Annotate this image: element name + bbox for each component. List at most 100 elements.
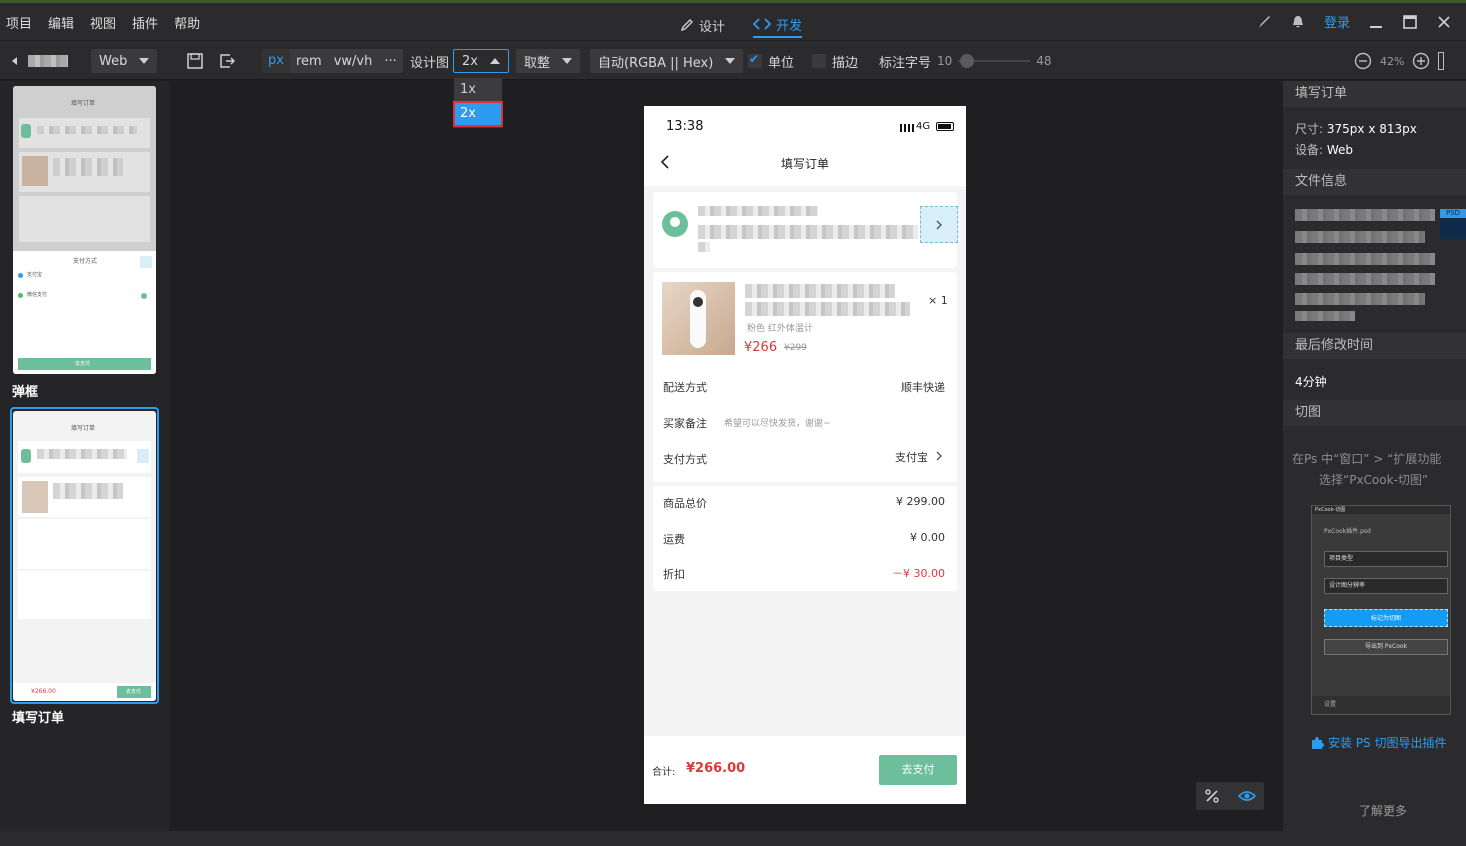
plugin-file: PxCook插件.psd	[1324, 528, 1371, 535]
thumb-sheet-item-2: 微信支付	[27, 292, 48, 298]
plugin-mark-button: 标记为切图	[1324, 609, 1448, 627]
brush-icon[interactable]	[1256, 14, 1272, 30]
discount-value: －¥ 30.00	[892, 567, 945, 580]
unit-px[interactable]: px	[262, 49, 290, 73]
option-1x[interactable]: 1x	[454, 78, 502, 102]
shipping-value: 顺丰快递	[901, 381, 945, 394]
plugin-select-type: 项目类型	[1324, 551, 1448, 567]
login-link[interactable]: 登录	[1324, 12, 1350, 31]
menu-view[interactable]: 视图	[90, 13, 116, 32]
close-icon[interactable]	[1436, 14, 1452, 30]
checkbox-checked-icon	[748, 52, 762, 68]
device-row: 设备: Web	[1295, 141, 1353, 158]
export-icon[interactable]	[218, 52, 236, 70]
tab-design[interactable]: 设计	[680, 12, 725, 38]
menu-plugins[interactable]: 插件	[132, 13, 158, 32]
chevron-right-icon	[936, 220, 942, 230]
install-plugin-link[interactable]: 安装 PS 切图导出插件	[1310, 734, 1446, 751]
design-scale-value: 2x	[462, 53, 478, 69]
menu-help[interactable]: 帮助	[174, 13, 200, 32]
unit-rem[interactable]: rem	[290, 54, 328, 69]
product-original-price: ¥299	[784, 343, 807, 353]
back-button[interactable]	[10, 49, 68, 73]
product-spec: 粉色 红外体温计	[747, 324, 813, 334]
checkout-bar: 合计: ¥266.00 去支付	[644, 736, 966, 804]
thumb-sheet-title: 支付方式	[73, 258, 98, 265]
save-icon[interactable]	[186, 52, 204, 70]
rounding-value: 取整	[524, 55, 551, 71]
slice-hint-1: 在Ps 中“窗口” > “扩展功能	[1292, 452, 1442, 466]
font-size-slider[interactable]	[958, 49, 1031, 73]
percent-icon[interactable]	[1204, 788, 1220, 804]
chevron-down-icon	[725, 58, 736, 64]
maximize-icon[interactable]	[1402, 14, 1418, 30]
unit-more[interactable]: ···	[378, 54, 402, 69]
freight-value: ¥ 0.00	[910, 531, 945, 544]
zoom-in-icon[interactable]	[1412, 52, 1430, 70]
menu-project[interactable]: 项目	[6, 13, 32, 32]
unit-checkbox[interactable]: 单位	[748, 49, 794, 73]
freight-label: 运费	[663, 533, 685, 546]
address-card[interactable]	[653, 192, 958, 268]
payment-value: 支付宝	[895, 451, 928, 464]
product-qty: × 1	[928, 294, 948, 307]
inspector-panel: 填写订单 尺寸: 375px x 813px 设备: Web 文件信息 PSD …	[1283, 81, 1466, 831]
subtotal-value: ¥ 299.00	[896, 495, 945, 508]
minimize-icon[interactable]	[1368, 14, 1384, 30]
artboard-thumb-dialog[interactable]: 填写订单 支付方式 支付宝 微信支付 去支付	[13, 86, 156, 374]
color-format-value: 自动(RGBA || Hex)	[598, 55, 714, 71]
bell-icon[interactable]	[1290, 14, 1306, 30]
back-chevron-icon[interactable]	[660, 155, 670, 169]
color-format-select[interactable]: 自动(RGBA || Hex)	[590, 49, 744, 73]
artboard-label-order[interactable]: 填写订单	[12, 707, 64, 726]
zoom-out-icon[interactable]	[1354, 52, 1372, 70]
thumb-total: ¥266.00	[31, 688, 56, 695]
subtotal-label: 商品总价	[663, 497, 707, 510]
code-icon	[753, 18, 772, 30]
rounding-select[interactable]: 取整	[516, 49, 581, 73]
pay-button[interactable]: 去支付	[879, 755, 957, 785]
artboard-list: 填写订单 支付方式 支付宝 微信支付 去支付 弹框 填写订单 ¥266.00 去…	[0, 81, 170, 831]
plugin-title: PxCook-切图	[1312, 506, 1450, 514]
last-modified-value: 4分钟	[1295, 375, 1327, 389]
project-name-blurred	[28, 55, 68, 67]
title-bar: 项目 编辑 视图 插件 帮助 设计 开发 登录	[0, 0, 1466, 40]
shipping-label: 配送方式	[663, 381, 707, 394]
unit-vw[interactable]: vw/vh	[328, 54, 379, 69]
chevron-right-icon	[936, 451, 942, 461]
artboard-thumb-order[interactable]: 填写订单 ¥266.00 去支付	[13, 411, 156, 701]
unit-switch: px rem vw/vh ···	[262, 49, 403, 73]
total-value: ¥266.00	[686, 761, 746, 776]
plugin-settings: 设置	[1312, 696, 1450, 714]
tab-design-label: 设计	[699, 19, 726, 35]
phone-artboard[interactable]: 13:38 4G 填写订单 × 1 粉色 红外体温计 ¥266 ¥299 配送方…	[644, 106, 966, 804]
tab-dev-label: 开发	[776, 18, 803, 34]
slider-thumb[interactable]	[960, 54, 975, 68]
artboard-label-dialog[interactable]: 弹框	[12, 381, 38, 400]
status-time: 13:38	[666, 119, 704, 134]
chevron-down-icon	[139, 58, 150, 64]
remark-label: 买家备注	[663, 417, 707, 430]
option-2x[interactable]: 2x	[453, 101, 503, 127]
slice-hint-2: 选择“PxCook-切图”	[1319, 473, 1429, 487]
tab-dev[interactable]: 开发	[753, 12, 803, 38]
chevron-down-icon	[562, 58, 573, 64]
stroke-checkbox[interactable]: 描边	[812, 49, 858, 73]
thumb-pay-button: 去支付	[75, 361, 91, 367]
platform-value: Web	[99, 53, 128, 69]
eye-icon[interactable]	[1238, 788, 1256, 804]
design-scale-select[interactable]: 2x	[453, 49, 509, 73]
last-modified-header: 最后修改时间	[1283, 333, 1466, 359]
platform-select[interactable]: Web	[91, 49, 158, 73]
zoom-level: 42%	[1380, 54, 1405, 68]
remark-input[interactable]: 希望可以尽快发货，谢谢~	[724, 416, 831, 429]
payment-label: 支付方式	[663, 453, 707, 466]
thumb-header-2: 填写订单	[71, 425, 96, 432]
file-info-blurred	[1295, 209, 1435, 221]
page-title: 填写订单	[781, 157, 830, 171]
chevron-up-icon	[489, 58, 500, 64]
puzzle-icon	[1312, 736, 1324, 749]
learn-more[interactable]: 了解更多	[1359, 802, 1407, 819]
menu-edit[interactable]: 编辑	[48, 13, 74, 32]
chevron-left-icon	[12, 57, 17, 65]
